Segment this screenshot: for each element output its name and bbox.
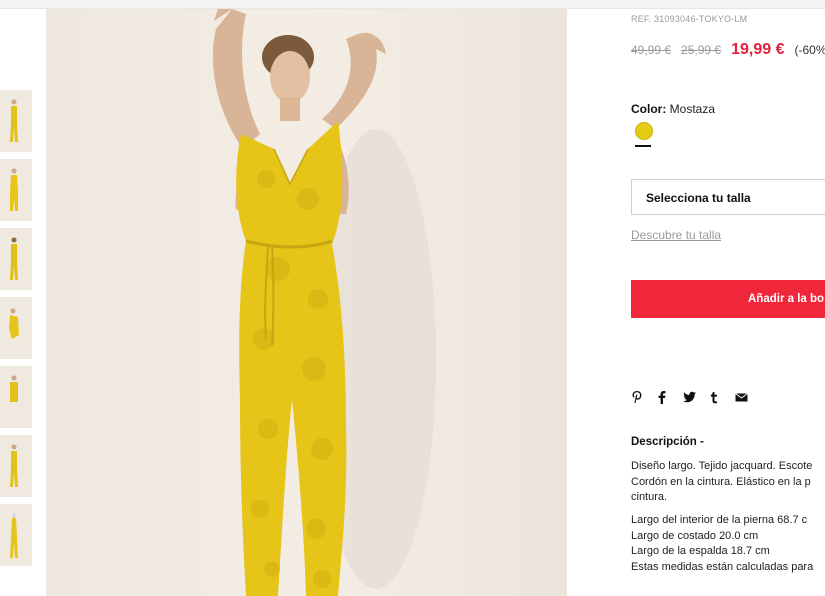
measurement-line: Largo de la espalda 18.7 cm <box>631 545 770 557</box>
measurements-list: Largo del interior de la pierna 68.7 c L… <box>631 513 813 575</box>
thumbnail-2[interactable] <box>0 159 32 221</box>
previous-price: 25,99 € <box>681 43 722 57</box>
twitter-icon[interactable] <box>683 391 696 403</box>
price-row: 49,99 € 25,99 € 19,99 € (-60% <box>631 41 825 59</box>
tumblr-icon[interactable] <box>709 391 721 404</box>
description-line: cintura. <box>631 491 668 503</box>
description-line: Diseño largo. Tejido jacquard. Escote <box>631 460 813 472</box>
size-select[interactable]: Selecciona tu talla <box>631 179 825 215</box>
add-to-bag-button[interactable]: Añadir a la bo <box>631 280 825 318</box>
measurement-line: Estas medidas están calculadas para <box>631 560 814 573</box>
color-value: Mostaza <box>669 102 716 116</box>
top-border <box>0 0 825 9</box>
description-text: Diseño largo. Tejido jacquard. Escote Co… <box>631 459 825 506</box>
discount-badge: (-60% <box>794 43 825 57</box>
facebook-icon[interactable] <box>657 390 669 404</box>
thumbnail-gallery <box>0 90 32 573</box>
color-label: Color: <box>631 102 667 116</box>
thumbnail-6[interactable] <box>0 435 32 497</box>
thumbnail-5[interactable] <box>0 366 32 428</box>
product-reference: REF. 31093046-TOKYO-LM <box>631 14 748 24</box>
description-title[interactable]: Descripción - <box>631 436 704 448</box>
pinterest-icon[interactable] <box>631 390 643 404</box>
share-icons <box>631 390 748 404</box>
thumbnail-3[interactable] <box>0 228 32 290</box>
main-product-image[interactable] <box>46 9 567 596</box>
thumbnail-4[interactable] <box>0 297 32 359</box>
measurement-line: Largo del interior de la pierna 68.7 c <box>631 514 808 526</box>
thumbnail-1[interactable] <box>0 90 32 152</box>
email-icon[interactable] <box>735 392 748 402</box>
measurement-line: Largo de costado 20.0 cm <box>631 529 759 542</box>
thumbnail-7[interactable] <box>0 504 32 566</box>
original-price: 49,99 € <box>631 43 672 57</box>
color-swatch-mostaza[interactable] <box>635 122 653 140</box>
description-line: Cordón en la cintura. Elástico en la p <box>631 475 811 488</box>
swatch-selected-indicator <box>635 145 651 147</box>
size-guide-link[interactable]: Descubre tu talla <box>631 228 721 242</box>
current-price: 19,99 € <box>731 41 785 58</box>
color-row: Color: Mostaza <box>631 102 715 116</box>
